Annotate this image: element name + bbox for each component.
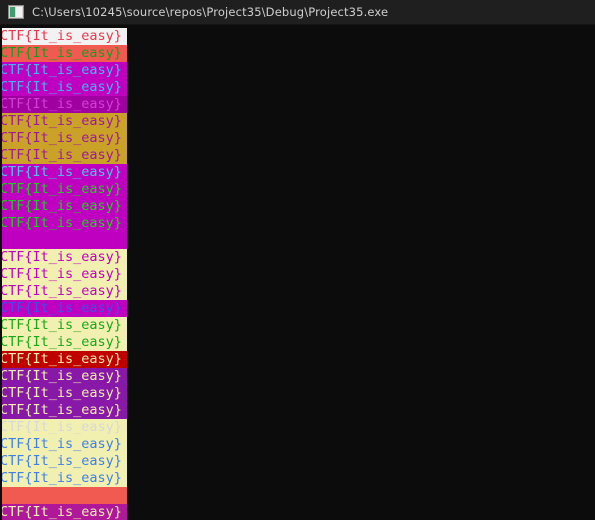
console-line-list: CTF{It_is_easy} CTF{It_is_easy} CTF{It_is_… bbox=[0, 28, 595, 520]
console-line: CTF{It_is_easy} bbox=[0, 96, 127, 113]
console-app-icon bbox=[8, 5, 24, 19]
console-line: CTF{It_is_easy} bbox=[0, 368, 127, 385]
console-line: CTF{It_is_easy} bbox=[0, 402, 127, 419]
console-line: CTF{It_is_easy} bbox=[0, 385, 127, 402]
console-line: CTF{It_is_easy} bbox=[0, 470, 127, 487]
console-line: CTF{It_is_easy} bbox=[0, 62, 127, 79]
console-line: CTF{It_is_easy} bbox=[0, 130, 127, 147]
console-line: CTF{It_is_easy} bbox=[0, 45, 127, 62]
console-line: CTF{It_is_easy} bbox=[0, 266, 127, 283]
console-line: CTF{It_is_easy} bbox=[0, 164, 127, 181]
console-line: CTF{It_is_easy} bbox=[0, 181, 127, 198]
console-line: CTF{It_is_easy} bbox=[0, 249, 127, 266]
console-line: CTF{It_is_easy} bbox=[0, 215, 127, 232]
console-line: CTF{It_is_easy} bbox=[0, 198, 127, 215]
console-line: CTF{It_is_easy} bbox=[0, 283, 127, 300]
console-line: CTF{It_is_easy} bbox=[0, 232, 127, 249]
console-line: CTF{It_is_easy} bbox=[0, 113, 127, 130]
console-line: CTF{It_is_easy} bbox=[0, 147, 127, 164]
console-line: CTF{It_is_easy} bbox=[0, 453, 127, 470]
console-line: CTF{It_is_easy} bbox=[0, 79, 127, 96]
console-line: CTF{It_is_easy} bbox=[0, 436, 127, 453]
console-line: CTF{It_is_easy} bbox=[0, 351, 127, 368]
window-title: C:\Users\10245\source\repos\Project35\De… bbox=[32, 5, 389, 19]
console-line: CTF{It_is_easy} bbox=[0, 487, 127, 504]
console-line: CTF{It_is_easy} bbox=[0, 317, 127, 334]
console-output-area[interactable]: CTF{It_is_easy} CTF{It_is_easy} CTF{It_is_… bbox=[0, 25, 595, 520]
console-line: CTF{It_is_easy} bbox=[0, 300, 127, 317]
console-line: CTF{It_is_easy} bbox=[0, 419, 127, 436]
title-bar[interactable]: C:\Users\10245\source\repos\Project35\De… bbox=[0, 0, 595, 25]
console-line: CTF{It_is_easy} bbox=[0, 334, 127, 351]
console-line: CTF{It_is_easy} bbox=[0, 504, 127, 520]
console-window: C:\Users\10245\source\repos\Project35\De… bbox=[0, 0, 595, 520]
console-line: CTF{It_is_easy} bbox=[0, 28, 127, 45]
